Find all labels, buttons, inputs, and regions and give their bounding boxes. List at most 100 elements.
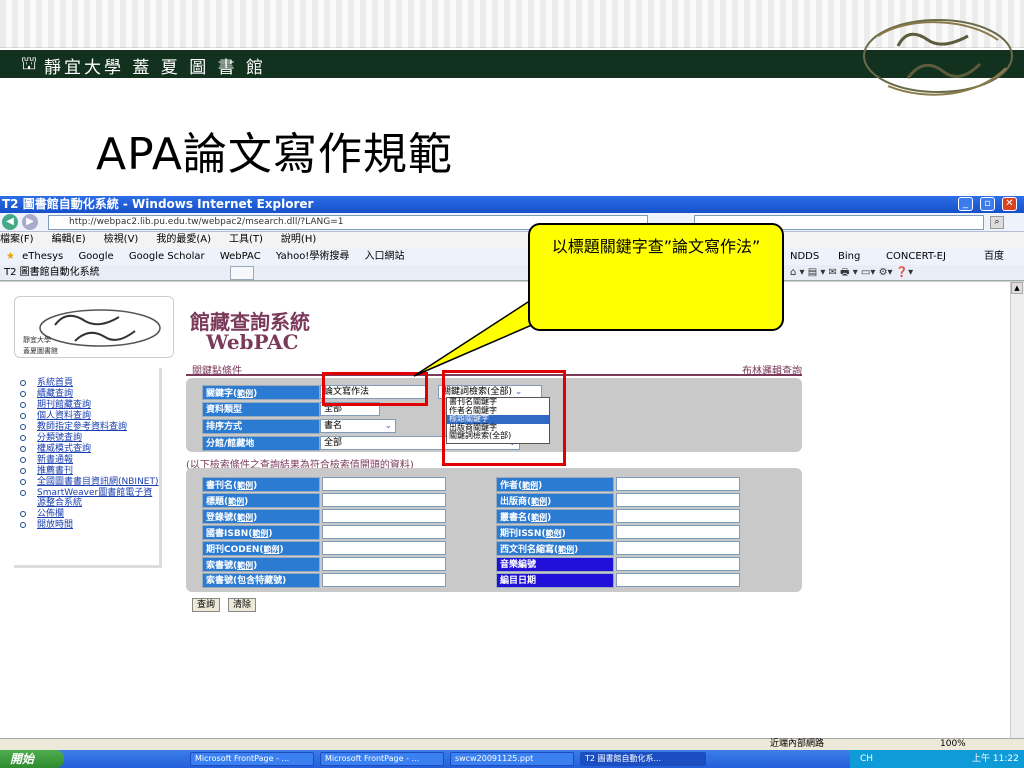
field-input[interactable] [322,477,446,491]
boolean-search-link[interactable]: 布林邏輯查詢 [742,362,802,377]
taskbar-item[interactable]: swcw20091125.ppt [450,752,574,766]
ime-indicator[interactable]: CH [860,754,873,764]
chevron-down-icon: ⌄ [384,421,392,431]
field-row: 出版商(範例) [496,492,740,508]
bullet-icon [20,424,26,430]
fav-google-scholar[interactable]: Google Scholar [129,251,205,262]
start-button[interactable]: 開始 [0,750,64,768]
fav-webpac[interactable]: WebPAC [220,251,261,262]
field-input[interactable] [616,573,740,587]
sort-label: 排序方式 [202,418,320,434]
menu-tools[interactable]: 工具(T) [229,234,263,245]
back-icon[interactable]: ◀ [2,214,18,230]
school-small-1: 靜宜大學 [23,336,51,344]
scrollbar[interactable]: ▲ [1010,282,1024,738]
side-item[interactable]: 全國圖書書目資訊網(NBINET) [20,477,159,487]
menu-view[interactable]: 檢視(V) [104,234,139,245]
sort-row: 排序方式 書名 ⌄ [202,418,396,434]
field-row: 標題(範例) [202,492,446,508]
tab-t2[interactable]: T2 圖書館自動化系統 [0,267,100,278]
side-item[interactable]: SmartWeaver圖書館電子資源整合系統 [20,488,159,508]
side-item[interactable]: 期刊館藏查詢 [20,400,159,410]
menu-file[interactable]: 檔案(F) [0,234,34,245]
clear-button[interactable]: 清除 [228,598,257,612]
fav-ethesys[interactable]: eThesys [22,251,63,262]
highlight-dropdown-box [442,370,566,466]
side-item[interactable]: 公佈欄 [20,509,159,519]
field-input[interactable] [616,541,740,555]
field-input[interactable] [322,541,446,555]
menu-edit[interactable]: 編輯(E) [52,234,86,245]
field-row: 作者(範例) [496,476,740,492]
slide-title: APA論文寫作規範 [96,129,453,180]
side-item[interactable]: 系統首頁 [20,378,159,388]
branch-label: 分館/館藏地 [202,435,320,451]
query-button[interactable]: 查詢 [192,598,221,612]
field-row: 期刊CODEN(範例) [202,540,446,556]
field-row: 國書ISBN(範例) [202,524,446,540]
taskbar-item[interactable]: Microsoft FrontPage - ... [320,752,444,766]
fav-ndds[interactable]: NDDS [790,248,819,265]
fav-baidu[interactable]: 百度 [984,248,1004,265]
field-input[interactable] [616,509,740,523]
status-bar: 近端內部網路 100% [0,738,1024,750]
webpac-subtitle: WebPAC [206,330,299,354]
close-icon[interactable]: ✕ [1002,197,1017,211]
new-tab-button[interactable] [230,266,254,280]
field-row: 期刊ISSN(範例) [496,524,740,540]
side-item[interactable]: 權威模式查詢 [20,444,159,454]
fav-concert[interactable]: CONCERT-EJ [886,248,946,265]
side-item[interactable]: 教師指定參考資料查詢 [20,422,159,432]
taskbar: 開始 Microsoft FrontPage - ... Microsoft F… [0,750,1024,768]
bullet-icon [20,413,26,419]
field-input[interactable] [616,557,740,571]
side-item[interactable]: 新書通報 [20,455,159,465]
taskbar-item[interactable]: Microsoft FrontPage - ... [190,752,314,766]
scroll-up-icon[interactable]: ▲ [1011,282,1023,294]
fav-bing[interactable]: Bing [838,248,860,265]
sort-select[interactable]: 書名 ⌄ [320,419,396,433]
side-item[interactable]: 續藏查詢 [20,389,159,399]
fav-portal[interactable]: 入口網站 [365,251,405,262]
system-tray: CH 上午 11:22 [850,750,1024,768]
side-item[interactable]: 分類號查詢 [20,433,159,443]
forward-icon[interactable]: ▶ [22,214,38,230]
school-small-2: 蓋夏圖書館 [23,347,58,355]
menu-bar: 檔案(F) 編輯(E) 檢視(V) 我的最愛(A) 工具(T) 說明(H) [0,232,1024,248]
field-input[interactable] [616,493,740,507]
maximize-icon[interactable]: ▫ [980,197,995,211]
keyword-label: 關鍵字(範例) [202,384,320,400]
field-input[interactable] [322,573,446,587]
side-item[interactable]: 開放時間 [20,520,159,530]
window-title: T2 圖書館自動化系統 - Windows Internet Explorer [0,196,1024,213]
taskbar-item-active[interactable]: T2 圖書館自動化系... [580,752,706,766]
doctype-label: 資料類型 [202,401,320,417]
callout-bubble: 以標題關鍵字查”論文寫作法” [528,223,784,331]
menu-help[interactable]: 說明(H) [281,234,316,245]
field-input[interactable] [322,509,446,523]
field-input[interactable] [616,525,740,539]
field-input[interactable] [322,525,446,539]
bullet-icon [20,468,26,474]
field-input[interactable] [322,557,446,571]
field-input[interactable] [322,493,446,507]
toolbar-icons: ⌂ ▾ ▤ ▾ ✉ 🖶 ▾ ▭▾ ⚙▾ ❓▾ [790,267,914,278]
fav-yahoo[interactable]: Yahoo!學術搜尋 [276,251,349,262]
bullet-icon [20,391,26,397]
field-row: 叢書名(範例) [496,508,740,524]
menu-favorites[interactable]: 我的最愛(A) [156,234,211,245]
webpac-logo: 靜宜大學 蓋夏圖書館 [14,296,174,358]
address-row: ◀ ▶ http://webpac2.lib.pu.edu.tw/webpac2… [0,213,1024,232]
fav-google[interactable]: Google [78,251,113,262]
university-logo-icon: ⛫ [20,53,38,74]
side-item[interactable]: 個人資料查詢 [20,411,159,421]
search-icon[interactable]: ⌕ [990,216,1004,229]
zoom-level[interactable]: 100% [940,739,966,750]
favorites-star-icon[interactable]: ★ [6,251,15,262]
minimize-icon[interactable]: _ [958,197,973,211]
side-item[interactable]: 推薦書刊 [20,466,159,476]
field-row: 索書號(範例) [202,556,446,572]
field-input[interactable] [616,477,740,491]
field-row: 書刊名(範例) [202,476,446,492]
field-row: 索書號(包含特藏號) [202,572,446,588]
